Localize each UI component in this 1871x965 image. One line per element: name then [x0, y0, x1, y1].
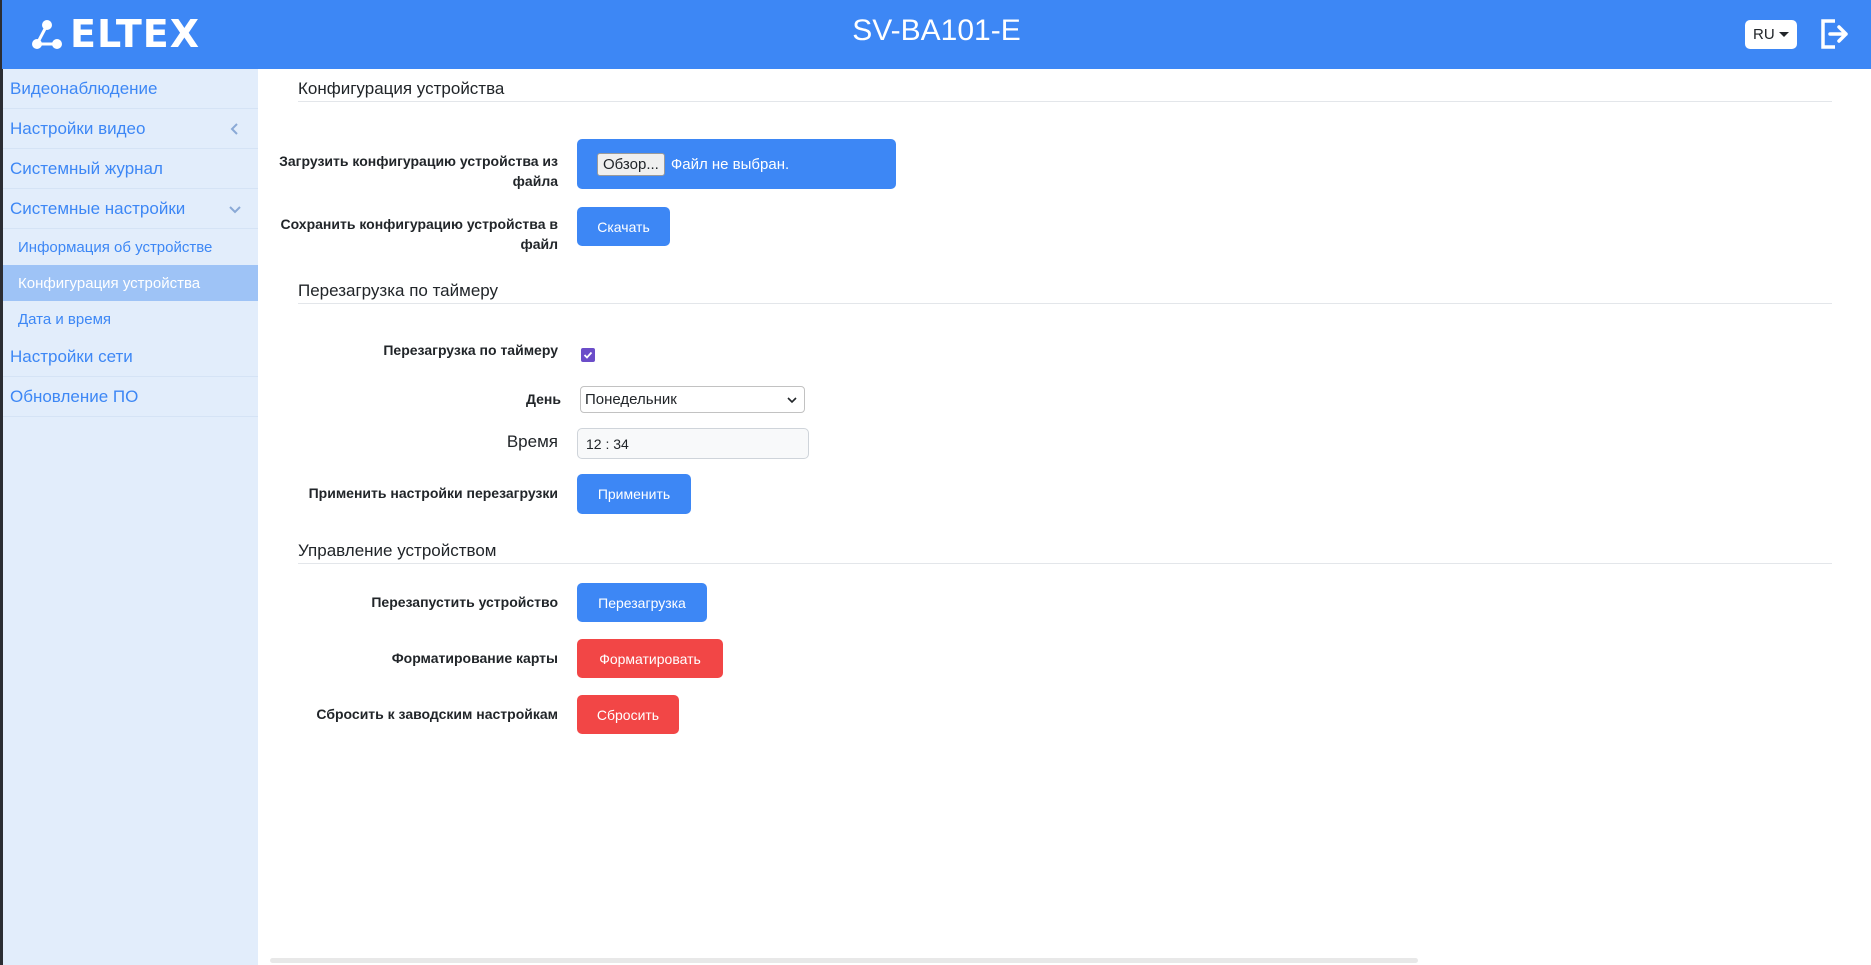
checkmark-icon [583, 351, 593, 359]
apply-button[interactable]: Применить [577, 474, 691, 514]
sidebar-item-label: Настройки сети [10, 346, 133, 366]
device-name: SV-BA101-E [852, 14, 1021, 47]
download-button[interactable]: Скачать [577, 207, 670, 246]
chevron-down-icon [229, 206, 241, 214]
sidebar-item-video-settings[interactable]: Настройки видео [3, 109, 258, 149]
sidebar-item-label: Настройки видео [10, 118, 146, 138]
file-upload-field[interactable]: Обзор... Файл не выбран. [577, 139, 896, 189]
horizontal-scrollbar[interactable] [270, 958, 1418, 963]
sidebar-nav: Видеонаблюдение Настройки видео Системны… [3, 69, 258, 965]
reset-button[interactable]: Сбросить [577, 695, 679, 734]
day-select-value: Понедельник [585, 391, 677, 408]
save-config-label: Сохранить конфигурацию устройства в файл [258, 214, 558, 254]
sidebar-item-firmware-update[interactable]: Обновление ПО [3, 377, 258, 417]
apply-reboot-settings-label: Применить настройки перезагрузки [308, 485, 558, 501]
sidebar-item-label: Системный журнал [10, 158, 163, 178]
language-select[interactable]: RU [1745, 20, 1797, 49]
section-title-config: Конфигурация устройства [298, 79, 505, 98]
sidebar-subitem-label: Дата и время [18, 310, 112, 328]
no-file-text: Файл не выбран. [670, 155, 790, 173]
sidebar-subitem-label: Информация об устройстве [18, 238, 213, 256]
sidebar-item-label: Системные настройки [10, 198, 186, 218]
sidebar-item-label: Обновление ПО [10, 386, 139, 406]
sidebar-item-system-settings[interactable]: Системные настройки [3, 189, 258, 229]
sidebar-subitem-label: Конфигурация устройства [18, 274, 201, 292]
sidebar-item-label: Видеонаблюдение [10, 78, 158, 98]
section-divider [298, 101, 1832, 102]
time-label: Время [506, 432, 558, 451]
sidebar-subitem-date-time[interactable]: Дата и время [3, 301, 258, 337]
sidebar-item-system-log[interactable]: Системный журнал [3, 149, 258, 189]
save-config-label-line2: файл [520, 236, 558, 252]
language-value: RU [1753, 26, 1775, 43]
sidebar-item-network-settings[interactable]: Настройки сети [3, 337, 258, 377]
section-divider [298, 303, 1832, 304]
logout-icon [1821, 19, 1848, 49]
time-input-value: 12 : 34 [586, 435, 629, 452]
reboot-device-label: Перезапустить устройство [371, 594, 558, 610]
sidebar-item-video-surveillance[interactable]: Видеонаблюдение [3, 69, 258, 109]
upload-config-label: Загрузить конфигурацию устройства из фай… [258, 151, 558, 191]
main-content: Конфигурация устройства Загрузить конфиг… [258, 69, 1871, 965]
format-card-label: Форматирование карты [391, 650, 558, 666]
section-title-timer: Перезагрузка по таймеру [298, 281, 499, 300]
logout-button[interactable] [1817, 17, 1853, 53]
day-select[interactable]: Понедельник [580, 386, 805, 413]
section-divider [298, 563, 1832, 564]
chevron-left-icon [230, 123, 238, 135]
caret-down-icon [1779, 32, 1789, 37]
timer-enable-checkbox[interactable] [581, 348, 595, 362]
save-config-label-line1: Сохранить конфигурацию устройства в [280, 216, 558, 232]
sidebar-subitem-device-config[interactable]: Конфигурация устройства [3, 265, 258, 301]
chevron-down-icon [787, 397, 797, 404]
format-button[interactable]: Форматировать [577, 639, 723, 678]
day-label: День [526, 391, 561, 407]
section-title-management: Управление устройством [298, 541, 497, 560]
browse-button[interactable]: Обзор... [597, 152, 665, 176]
sidebar-subitem-device-info[interactable]: Информация об устройстве [3, 229, 258, 265]
top-header: ELTEX SV-BA101-E RU [2, 0, 1871, 69]
upload-config-label-line2: файла [512, 173, 558, 189]
upload-config-label-line1: Загрузить конфигурацию устройства из [279, 153, 558, 169]
factory-reset-label: Сбросить к заводским настройкам [316, 706, 558, 722]
timer-enable-label: Перезагрузка по таймеру [383, 342, 558, 358]
time-input[interactable]: 12 : 34 [577, 428, 809, 459]
reboot-button[interactable]: Перезагрузка [577, 583, 707, 622]
